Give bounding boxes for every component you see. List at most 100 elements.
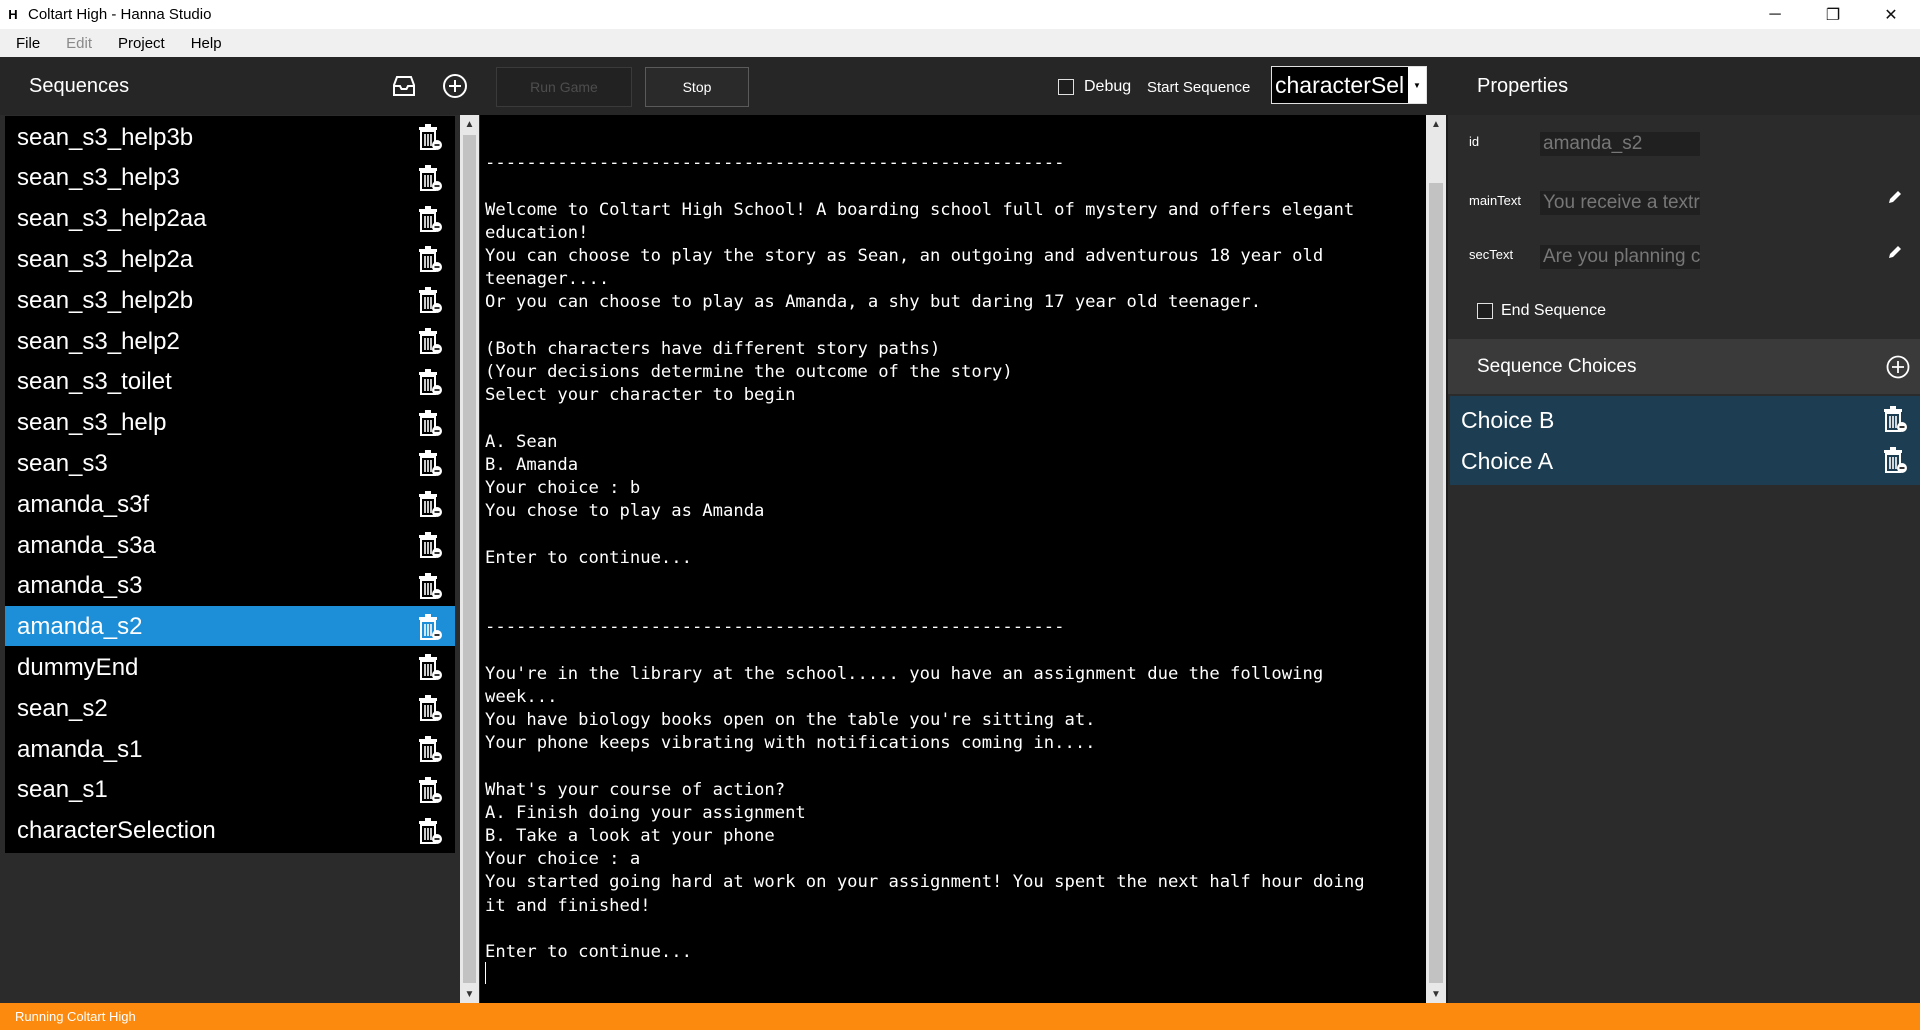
delete-trash-icon[interactable] [417,776,443,805]
sequence-item-label: sean_s3_help [17,409,167,437]
delete-trash-icon[interactable] [417,450,443,478]
sequence-item-label: sean_s3_help3b [17,123,194,151]
sequence-item-label: sean_s3_toilet [17,368,172,396]
id-input[interactable]: amanda_s2 [1540,132,1700,156]
console-line: A. Sean [485,431,558,452]
sectext-label: secText [1469,247,1514,262]
delete-trash-icon[interactable] [417,817,443,846]
debug-label: Debug [1084,78,1132,95]
sequence-item[interactable]: dummyEnd [5,646,455,690]
console-line: What's your course of action? [485,779,786,800]
delete-choice-trash-icon[interactable] [1882,447,1908,475]
delete-trash-icon[interactable] [417,572,443,601]
delete-trash-icon[interactable] [417,491,443,519]
console-line: Select your character to begin [485,385,796,406]
sequence-item[interactable]: sean_s2 [5,687,455,731]
delete-trash-icon[interactable] [417,532,443,560]
maintext-input[interactable]: You receive a textr [1540,191,1700,215]
menu-help[interactable]: Help [181,35,232,52]
sequence-item[interactable]: sean_s3_help2b [5,279,455,323]
delete-trash-icon[interactable] [417,613,443,642]
add-choice-icon[interactable] [1886,355,1910,379]
delete-trash-icon[interactable] [417,287,443,315]
console-scroll-down-arrow[interactable]: ▼ [1426,985,1446,1003]
add-sequence-icon[interactable] [440,71,470,101]
choice-item-label: Choice B [1461,406,1555,433]
console-line: week... [485,686,558,707]
sequence-item-label: sean_s3_help2 [17,327,180,355]
text-caret [485,962,486,984]
sequence-item[interactable]: sean_s3_help3b [5,116,455,159]
sequence-item[interactable]: sean_s3_help [5,401,455,445]
maximize-button[interactable]: ❐ [1804,0,1862,29]
run-game-button[interactable]: Run Game [496,67,632,107]
delete-trash-icon[interactable] [417,736,443,764]
delete-trash-icon[interactable] [417,409,443,438]
console-line: You're in the library at the school.....… [485,663,1324,684]
menu-file[interactable]: File [6,35,50,52]
maintext-label: mainText [1469,193,1522,208]
console-line: education! [485,222,589,243]
edit-sectext-icon[interactable] [1886,243,1904,261]
sequence-item-label: amanda_s3a [17,531,156,559]
sequence-item[interactable]: amanda_s1 [5,728,455,771]
delete-trash-icon[interactable] [417,328,443,356]
choice-item[interactable]: Choice A [1450,437,1920,485]
close-button[interactable]: ✕ [1862,0,1920,29]
console-line: You have biology books open on the table… [485,710,1096,730]
console-line: A. Finish doing your assignment [485,802,806,823]
stop-button[interactable]: Stop [645,67,749,107]
delete-trash-icon[interactable] [417,124,443,152]
scroll-down-arrow[interactable]: ▼ [460,985,479,1003]
sequence-item-label: dummyEnd [17,653,139,681]
sequence-item[interactable]: sean_s3_toilet [5,360,455,404]
game-console[interactable]: ----------------------------------------… [480,115,1426,1003]
menu-project[interactable]: Project [108,35,175,52]
inbox-icon[interactable] [389,71,419,101]
console-scroll-thumb[interactable] [1429,183,1443,983]
delete-trash-icon[interactable] [417,205,443,234]
delete-trash-icon[interactable] [417,164,443,193]
console-line: Welcome to Coltart High School! A boardi… [485,199,1355,220]
delete-trash-icon[interactable] [417,654,443,682]
dropdown-arrow-icon[interactable]: ▼ [1408,67,1426,103]
sequence-item[interactable]: sean_s3 [5,442,455,486]
sequence-item[interactable]: amanda_s3f [5,483,455,527]
edit-maintext-icon[interactable] [1886,188,1904,206]
end-sequence-label: End Sequence [1501,302,1606,319]
properties-header: Properties [1448,57,1920,115]
sequence-item[interactable]: amanda_s2 [5,605,455,649]
debug-checkbox[interactable] [1058,79,1074,95]
scroll-thumb[interactable] [463,135,476,983]
delete-trash-icon[interactable] [417,246,443,274]
console-scrollbar[interactable]: ▲ ▼ [1426,115,1446,1003]
start-sequence-dropdown[interactable]: characterSelection ▼ [1271,66,1427,104]
scroll-up-arrow[interactable]: ▲ [460,115,479,133]
end-sequence-checkbox[interactable] [1477,303,1493,319]
sequences-header: Sequences [0,57,480,115]
sequence-item-label: amanda_s2 [17,613,143,641]
sequence-item[interactable]: amanda_s3a [5,524,455,567]
delete-trash-icon[interactable] [417,695,443,723]
menu-edit[interactable]: Edit [56,35,102,52]
sequence-item[interactable]: sean_s3_help2aa [5,197,455,241]
window-controls: ─ ❐ ✕ [1746,0,1920,29]
console-scroll-up-arrow[interactable]: ▲ [1426,115,1446,133]
delete-choice-trash-icon[interactable] [1882,406,1908,434]
delete-trash-icon[interactable] [417,368,443,397]
sequence-list-scrollbar[interactable]: ▲ ▼ [460,115,479,1003]
sequence-item[interactable]: sean_s3_help2a [5,238,455,282]
sequence-item[interactable]: sean_s3_help2 [5,320,455,363]
start-sequence-value: characterSelection [1275,71,1405,98]
minimize-button[interactable]: ─ [1746,0,1804,29]
sectext-input[interactable]: Are you planning c [1540,245,1700,269]
sequence-item[interactable]: amanda_s3 [5,564,455,608]
sequence-item-label: sean_s3 [17,449,108,477]
console-line: ----------------------------------------… [485,153,1065,174]
sequence-item[interactable]: characterSelection [5,809,455,853]
sequence-item-label: amanda_s3 [17,572,143,600]
sequence-item[interactable]: sean_s3_help3 [5,156,455,200]
sequence-item-label: characterSelection [17,817,216,845]
sequence-list: sean_s3_help3b sean_s3_help3 sean_s3_help2… [0,115,458,1003]
sequence-item[interactable]: sean_s1 [5,768,455,812]
